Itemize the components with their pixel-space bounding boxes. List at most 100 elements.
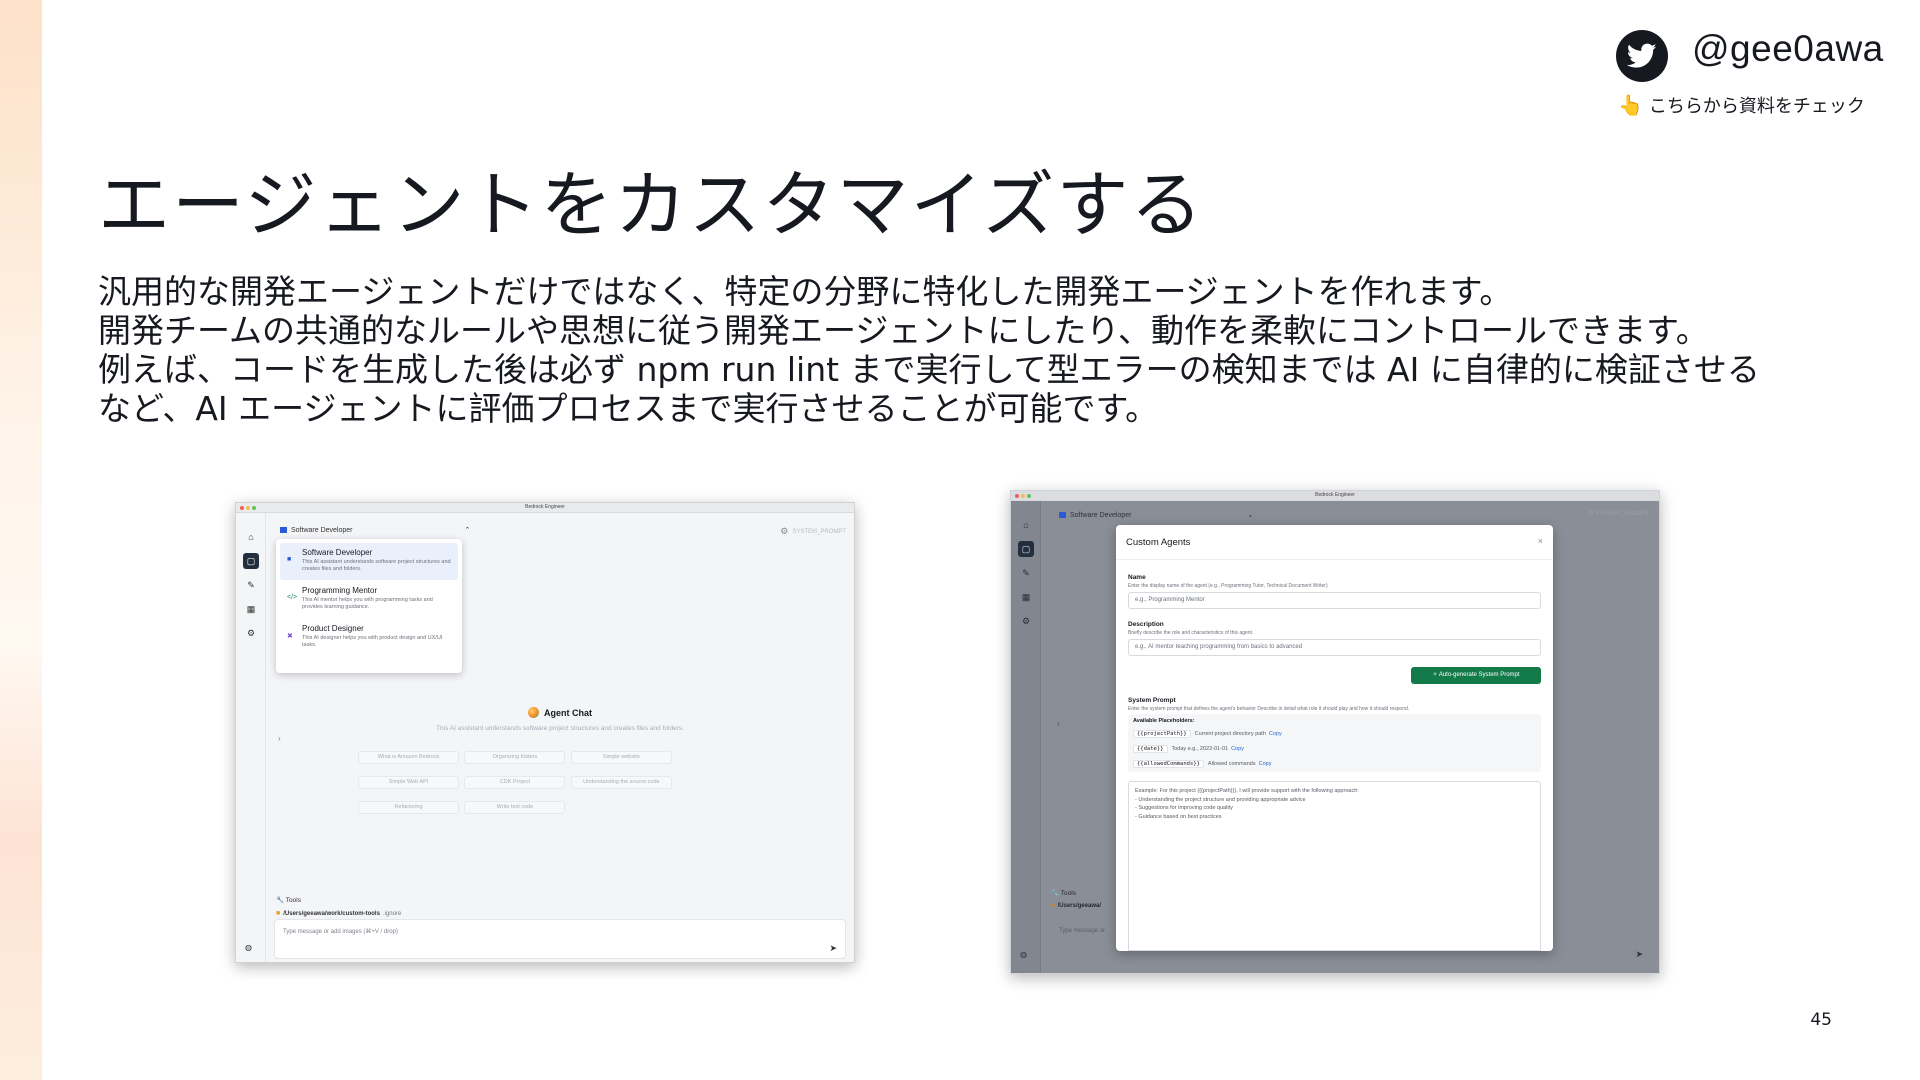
name-label: Name xyxy=(1128,574,1146,581)
message-input[interactable]: Type message or add images (⌘+V / drop) … xyxy=(274,919,846,959)
suggestion-chip[interactable]: Refactoring xyxy=(358,801,459,814)
slide-body: 汎用的な開発エージェントだけではなく、特定の分野に特化した開発エージェントを作れ… xyxy=(98,272,1898,428)
system-prompt-hint: Enter the system prompt that defines the… xyxy=(1128,706,1410,712)
placeholder-desc: Allowed commands xyxy=(1207,761,1256,767)
github-icon[interactable]: ◍ xyxy=(1020,950,1027,959)
agent-selector[interactable]: Software Developer ⌄ xyxy=(1059,511,1253,519)
suggestion-chip[interactable]: What is Amazon Bedrock xyxy=(358,751,459,764)
system-prompt-toggle[interactable]: ⚙ SYSTEM_PROMPT xyxy=(1588,510,1649,517)
example-line: - Suggestions for improving code quality xyxy=(1135,805,1233,811)
agent-option-product-designer[interactable]: ✖ Product Designer This AI designer help… xyxy=(280,619,458,656)
suggestion-chip[interactable]: Understanding the source code xyxy=(570,776,672,789)
copy-link[interactable]: Copy xyxy=(1259,761,1272,767)
suggestion-chip[interactable]: CDK Project xyxy=(464,776,566,789)
twitter-handle[interactable]: @gee0awa xyxy=(1692,28,1884,70)
pen-icon[interactable]: ✎ xyxy=(1018,565,1034,581)
message-placeholder: Type message or add images (⌘+V / drop) xyxy=(283,929,398,935)
home-icon[interactable]: ⌂ xyxy=(243,529,259,545)
name-field[interactable]: e.g., Programming Mentor xyxy=(1128,592,1541,609)
window-title: Bedrock Engineer xyxy=(1315,492,1355,498)
screenshot-agent-selector: Bedrock Engineer ⌂ ▢ ✎ ▦ ⚙ ◍ Software De… xyxy=(235,502,855,963)
pen-icon[interactable]: ✎ xyxy=(243,577,259,593)
placeholders-title: Available Placeholders: xyxy=(1133,718,1195,724)
description-hint: Briefly describe the role and characteri… xyxy=(1128,630,1254,636)
suggestion-chip[interactable]: Organizing folders xyxy=(464,751,566,764)
twitter-bird-icon[interactable] xyxy=(1616,30,1668,82)
project-path[interactable]: ■/Users/geeawa/work/custom-tools .ignore xyxy=(276,910,401,917)
screenshot-custom-agents: Bedrock Engineer ⌂ ▢ ✎ ▦ ⚙ ◍ Software De… xyxy=(1010,490,1660,974)
placeholders-panel: Available Placeholders: {{projectPath}} C… xyxy=(1128,714,1541,772)
home-icon[interactable]: ⌂ xyxy=(1018,517,1034,533)
author-badge[interactable]: @gee0awa 👆 こちらから資料をチェック xyxy=(1616,26,1906,122)
chevron-down-icon: ⌄ xyxy=(1247,512,1254,519)
grid-icon[interactable]: ▦ xyxy=(1018,589,1034,605)
example-line: - Understanding the project structure an… xyxy=(1135,796,1306,803)
placeholder-code: {{projectPath}} xyxy=(1133,730,1191,738)
body-line: 汎用的な開発エージェントだけではなく、特定の分野に特化した開発エージェントを作れ… xyxy=(98,272,1513,311)
chat-icon[interactable]: ▢ xyxy=(1018,541,1034,557)
suggestion-chip[interactable]: Simple website xyxy=(570,751,672,764)
github-icon[interactable]: ◍ xyxy=(245,943,252,952)
window-titlebar: Bedrock Engineer xyxy=(1011,491,1659,501)
placeholder-row: {{projectPath}} Current project directory… xyxy=(1133,730,1282,738)
folder-icon: ■ xyxy=(1051,903,1055,909)
copy-link[interactable]: Copy xyxy=(1231,746,1244,752)
suggestion-chip[interactable]: Simple Web API xyxy=(358,776,459,789)
tools-toggle[interactable]: 🔧 Tools xyxy=(276,896,301,904)
agent-option-desc: This AI assistant understands software p… xyxy=(302,559,451,572)
agent-option-desc: This AI mentor helps you with programmin… xyxy=(302,597,433,610)
slide-title: エージェントをカスタマイズする xyxy=(98,163,1205,247)
chevron-right-icon[interactable]: › xyxy=(1057,719,1060,728)
description-label: Description xyxy=(1128,621,1164,628)
custom-agents-modal: Custom Agents × Name Enter the display n… xyxy=(1116,525,1553,951)
page-number: 45 xyxy=(1810,1010,1832,1030)
agent-selector-label: Software Developer xyxy=(291,527,353,534)
body-line: 開発チームの共通的なルールや思想に従う開発エージェントにしたり、動作を柔軟にコン… xyxy=(98,311,1709,350)
auto-generate-button[interactable]: ✧ Auto-generate System Prompt xyxy=(1411,667,1541,684)
suggestion-chip[interactable]: Write test code xyxy=(464,801,566,814)
agent-option-name: Product Designer xyxy=(302,624,364,633)
placeholder-code: {{allowedCommands}} xyxy=(1133,760,1204,768)
close-icon[interactable]: × xyxy=(1538,536,1543,546)
slide: @gee0awa 👆 こちらから資料をチェック エージェントをカスタマイズする 汎… xyxy=(0,0,1920,1080)
check-materials-text: こちらから資料をチェック xyxy=(1648,96,1865,117)
chat-icon[interactable]: ▢ xyxy=(243,553,259,569)
tools-label: Tools xyxy=(285,897,301,904)
gear-icon: ⚙ xyxy=(780,526,789,536)
chat-title: Agent Chat xyxy=(266,707,854,718)
agent-option-programming-mentor[interactable]: </> Programming Mentor This AI mentor he… xyxy=(280,581,458,618)
agent-dropdown: ■ Software Developer This AI assistant u… xyxy=(276,539,462,673)
decorative-left-band xyxy=(0,0,42,1080)
description-field[interactable]: e.g., AI mentor teaching programming fro… xyxy=(1128,639,1541,656)
tools-toggle[interactable]: 🔧 Tools xyxy=(1051,889,1076,897)
agent-avatar-icon xyxy=(528,707,539,718)
modal-divider xyxy=(1116,559,1553,560)
grid-icon[interactable]: ▦ xyxy=(243,601,259,617)
project-path[interactable]: ■/Users/geeawa/ xyxy=(1051,903,1101,909)
copy-link[interactable]: Copy xyxy=(1269,731,1282,737)
send-icon[interactable]: ➤ xyxy=(829,943,837,954)
name-hint: Enter the display name of the agent (e.g… xyxy=(1128,583,1328,589)
system-prompt-label: System Prompt xyxy=(1128,697,1176,704)
agent-selector[interactable]: Software Developer ⌃ xyxy=(280,526,470,534)
chat-main: Software Developer ⌃ ⚙ SYSTEM_PROMPT ■ Sof… xyxy=(266,513,854,962)
window-title: Bedrock Engineer xyxy=(525,504,565,510)
gear-icon[interactable]: ⚙ xyxy=(1018,613,1034,629)
project-path-text: /Users/geeawa/work/custom-tools xyxy=(283,911,380,917)
body-line: 例えば、コードを生成した後は必ず npm run lint まで実行して型エラー… xyxy=(98,350,1760,389)
window-titlebar: Bedrock Engineer xyxy=(236,503,854,513)
design-tools-icon: ✖ xyxy=(287,633,293,640)
ignore-link[interactable]: .ignore xyxy=(383,911,401,917)
agent-option-name: Programming Mentor xyxy=(302,586,378,595)
send-icon[interactable]: ➤ xyxy=(1635,949,1643,960)
message-placeholder[interactable]: Type message or xyxy=(1059,928,1105,934)
agent-option-software-developer[interactable]: ■ Software Developer This AI assistant u… xyxy=(280,543,458,580)
auto-generate-label: Auto-generate System Prompt xyxy=(1438,672,1520,678)
system-prompt-toggle[interactable]: ⚙ SYSTEM_PROMPT xyxy=(780,526,846,537)
placeholder-code: {{date}} xyxy=(1133,745,1168,753)
system-prompt-textarea[interactable]: Example: For this project ({{projectPath… xyxy=(1128,781,1541,951)
chevron-right-icon[interactable]: › xyxy=(278,734,281,743)
modal-title: Custom Agents xyxy=(1126,537,1191,548)
agent-icon xyxy=(1059,512,1066,518)
gear-icon[interactable]: ⚙ xyxy=(243,625,259,641)
